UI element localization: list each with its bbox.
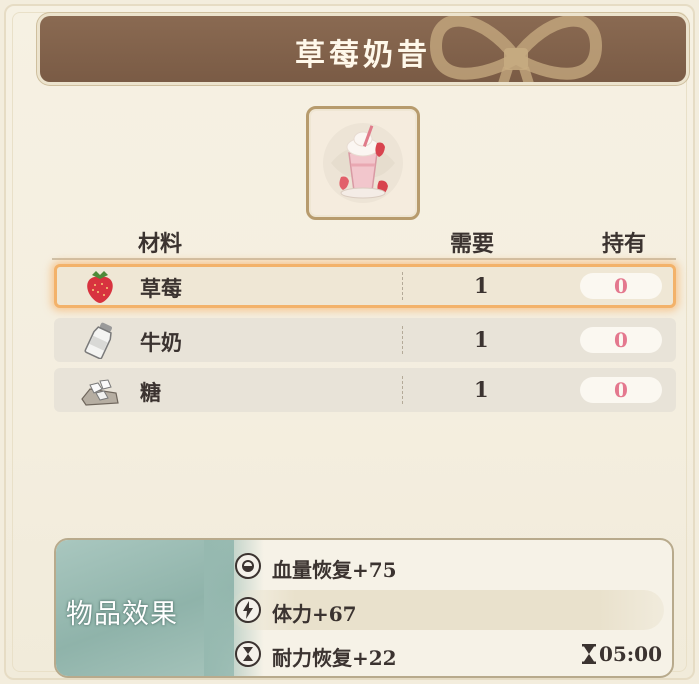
effect-row-endurance: 耐力恢复+22 05:00 — [230, 634, 664, 674]
row-divider — [402, 376, 403, 404]
timer-value: 05:00 — [598, 642, 662, 666]
hourglass-icon — [235, 641, 261, 667]
effect-timer: 05:00 — [581, 642, 662, 666]
effect-row-stamina: 体力+67 — [230, 590, 664, 630]
column-header-material: 材料 — [138, 231, 183, 257]
row-divider — [402, 272, 403, 300]
lightning-icon — [235, 597, 261, 623]
effect-text: 体力+67 — [272, 602, 357, 626]
strawberry-icon — [87, 271, 113, 303]
material-have-count: 0 — [580, 273, 662, 299]
material-name: 草莓 — [140, 276, 182, 301]
column-header-have: 持有 — [602, 231, 647, 257]
strawberry-milkshake-icon — [323, 123, 403, 203]
row-divider — [402, 326, 403, 354]
hourglass-icon — [581, 644, 596, 664]
header-divider — [52, 258, 676, 260]
health-icon — [235, 553, 261, 579]
sugar-cubes-icon — [81, 379, 119, 406]
page-title: 草莓奶昔 — [295, 38, 431, 73]
title-banner: 草莓奶昔 — [40, 16, 686, 82]
effect-text: 血量恢复+75 — [272, 558, 397, 582]
effect-text: 耐力恢复+22 — [272, 646, 397, 670]
material-have-count: 0 — [580, 377, 662, 403]
material-need-count: 1 — [474, 327, 489, 352]
column-header-need: 需要 — [450, 231, 495, 257]
material-need-count: 1 — [474, 377, 489, 402]
material-need-count: 1 — [474, 273, 489, 298]
item-image-frame[interactable] — [306, 106, 420, 220]
recipe-panel: 草莓奶昔 材料 需要 持有 草莓 1 0 牛奶 1 0 糖 1 0 物品效果 血… — [4, 4, 695, 680]
material-row-strawberry[interactable]: 草莓 1 0 — [54, 264, 676, 308]
effects-label: 物品效果 — [66, 599, 178, 630]
material-row-milk[interactable]: 牛奶 1 0 — [54, 318, 676, 362]
material-name: 糖 — [140, 380, 161, 405]
material-row-sugar[interactable]: 糖 1 0 — [54, 368, 676, 412]
material-name: 牛奶 — [140, 330, 182, 355]
milk-bottle-icon — [84, 322, 112, 359]
item-effects-box: 物品效果 血量恢复+75 体力+67 耐力恢复+22 05:00 — [54, 538, 674, 678]
effect-row-health: 血量恢复+75 — [230, 546, 664, 586]
material-have-count: 0 — [580, 327, 662, 353]
